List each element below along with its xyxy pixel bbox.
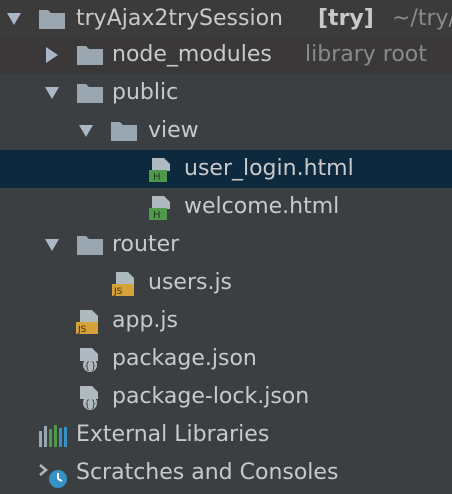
svg-text:JS: JS [77, 325, 87, 335]
tree-item-scratches-and-consoles[interactable]: Scratches and Consoles [0, 454, 452, 492]
tree-item-label: app.js [112, 308, 178, 333]
tree-item-label: view [148, 118, 199, 143]
tree-item-user-login-html[interactable]: H user_login.html [0, 150, 452, 188]
tree-item-label: router [112, 232, 180, 257]
html-file-icon: H [146, 188, 176, 226]
expanded-arrow-icon[interactable] [44, 226, 60, 264]
folder-icon [76, 36, 104, 74]
tree-item-label: package.json [112, 346, 257, 371]
svg-text:{}: {} [84, 399, 97, 410]
tree-item-view[interactable]: view [0, 112, 452, 150]
js-file-icon: JS [74, 302, 104, 340]
expanded-arrow-icon[interactable] [6, 0, 22, 38]
project-path: ~/try/ [392, 6, 452, 31]
expanded-arrow-icon[interactable] [44, 74, 60, 112]
project-tree: tryAjax2trySession [try] ~/try/ node_mod… [0, 0, 452, 494]
tree-item-welcome-html[interactable]: H welcome.html [0, 188, 452, 226]
svg-text:{}: {} [84, 361, 97, 372]
tree-item-public[interactable]: public [0, 74, 452, 112]
tree-item-app-js[interactable]: JS app.js [0, 302, 452, 340]
tree-item-label: user_login.html [184, 156, 354, 181]
tree-item-external-libraries[interactable]: External Libraries [0, 416, 452, 454]
tree-item-label: public [112, 80, 179, 105]
tree-item-node-modules[interactable]: node_modules library root [0, 36, 452, 74]
libraries-icon [38, 416, 68, 454]
tree-item-label: package-lock.json [112, 384, 310, 409]
json-file-icon: {} [74, 378, 104, 416]
json-file-icon: {} [74, 340, 104, 378]
tree-item-package-lock-json[interactable]: {} package-lock.json [0, 378, 452, 416]
collapsed-arrow-icon[interactable] [44, 36, 60, 74]
project-name: tryAjax2trySession [76, 6, 283, 31]
svg-text:H: H [153, 210, 161, 221]
folder-icon [110, 112, 138, 150]
js-file-icon: JS [110, 264, 140, 302]
module-tag: [try] [318, 6, 374, 31]
tree-item-users-js[interactable]: JS users.js [0, 264, 452, 302]
library-root-hint: library root [305, 42, 427, 67]
tree-item-router[interactable]: router [0, 226, 452, 264]
scratches-icon [38, 454, 70, 492]
tree-item-label: node_modules [112, 42, 272, 67]
folder-icon [76, 74, 104, 112]
tree-item-label: External Libraries [76, 422, 270, 447]
tree-item-project-root[interactable]: tryAjax2trySession [try] ~/try/ [0, 0, 452, 38]
svg-text:H: H [153, 172, 161, 183]
html-file-icon: H [146, 150, 176, 188]
folder-icon [38, 0, 66, 38]
tree-item-label: welcome.html [184, 194, 340, 219]
tree-item-package-json[interactable]: {} package.json [0, 340, 452, 378]
expanded-arrow-icon[interactable] [78, 112, 94, 150]
folder-icon [76, 226, 104, 264]
svg-text:JS: JS [113, 287, 123, 297]
tree-item-label: Scratches and Consoles [76, 460, 339, 485]
tree-item-label: users.js [148, 270, 233, 295]
